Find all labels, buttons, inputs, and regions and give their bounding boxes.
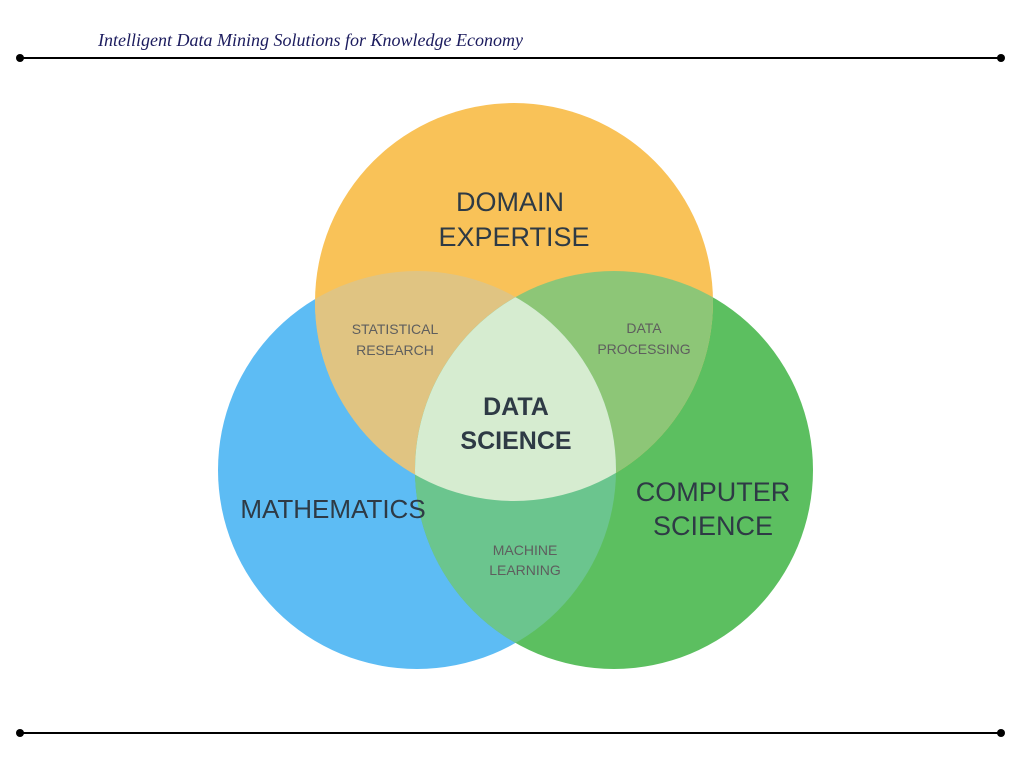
data-science-label-line1: DATA [483,393,549,421]
data-science-label-line2: SCIENCE [460,427,571,455]
mathematics-label: MATHEMATICS [240,494,425,524]
statistical-research-label-line2: RESEARCH [356,342,434,358]
machine-learning-label-line1: MACHINE [493,542,558,558]
machine-learning-label-line2: LEARNING [489,562,561,578]
bottom-left-bullet [16,729,24,737]
bottom-right-bullet [997,729,1005,737]
computer-science-label-line2: SCIENCE [653,511,773,541]
computer-science-label-line1: COMPUTER [636,477,791,507]
statistical-research-label-line1: STATISTICAL [352,321,439,337]
data-processing-label-line1: DATA [626,320,662,336]
data-processing-label-line2: PROCESSING [597,341,690,357]
bottom-divider [20,732,1002,734]
domain-expertise-label-line1: DOMAIN [456,187,564,217]
venn-diagram: DOMAIN EXPERTISE MATHEMATICS COMPUTER SC… [218,103,813,669]
domain-expertise-label-line2: EXPERTISE [438,222,589,252]
